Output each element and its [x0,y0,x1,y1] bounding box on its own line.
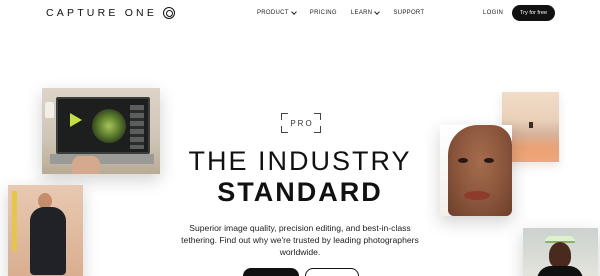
mug-shape [45,102,54,118]
corner-bracket-icon [281,126,288,133]
camera-lens-shape [92,109,126,143]
lips-shape [464,191,490,200]
nav-item-support-label: SUPPORT [393,10,425,16]
corner-bracket-icon [281,113,288,120]
login-link[interactable]: LOGIN [483,10,503,16]
nav-item-product[interactable]: PRODUCT [257,9,297,16]
nav-item-product-label: PRODUCT [257,10,289,16]
try-for-free-button[interactable]: Try for free [512,5,555,21]
play-icon [70,113,82,127]
hero-headline-line2: STANDARD [217,177,383,207]
hand-shape [72,156,100,174]
nav-item-support[interactable]: SUPPORT [393,10,424,16]
hero-headline-line1: THE INDUSTRY [188,146,412,176]
woman-visor-photo [523,228,598,276]
secondary-cta-button[interactable] [305,268,359,276]
nav-item-learn-label: LEARN [350,10,373,16]
laptop-base [50,154,154,164]
logo-mark-icon [163,7,176,19]
corner-bracket-icon [314,126,321,133]
main-menu: PRODUCT PRICING LEARN SUPPORT [257,9,424,16]
flag-shape [12,191,17,251]
tool-panel-shape [130,105,144,149]
nav-item-pricing-label: PRICING [309,10,337,16]
corner-bracket-icon [314,113,321,120]
nav-item-pricing[interactable]: PRICING [310,10,337,16]
left-eye-shape [458,158,468,163]
laptop-photo [42,88,160,174]
woman-head-shape [549,242,571,268]
pro-badge: PRO [281,113,321,133]
hero-description: Superior image quality, precision editin… [181,223,419,257]
rider-shape [529,122,533,128]
logo-text: CAPTURE ONE [46,7,158,19]
chevron-down-icon [374,9,381,15]
chevron-down-icon [290,9,297,15]
nav-item-learn[interactable]: LEARN [350,9,381,16]
portrait-face-photo [440,125,512,216]
top-navigation: CAPTURE ONE PRODUCT PRICING LEARN SUPPOR… [0,0,600,28]
man-body-shape [30,207,66,275]
woman-torso-shape [537,266,583,276]
capture-one-logo[interactable]: CAPTURE ONE [46,7,176,19]
primary-cta-button[interactable] [243,268,299,276]
right-eye-shape [484,158,494,163]
man-sitting-photo [8,185,83,276]
face-shape [448,125,512,216]
pro-badge-label: PRO [290,118,314,128]
